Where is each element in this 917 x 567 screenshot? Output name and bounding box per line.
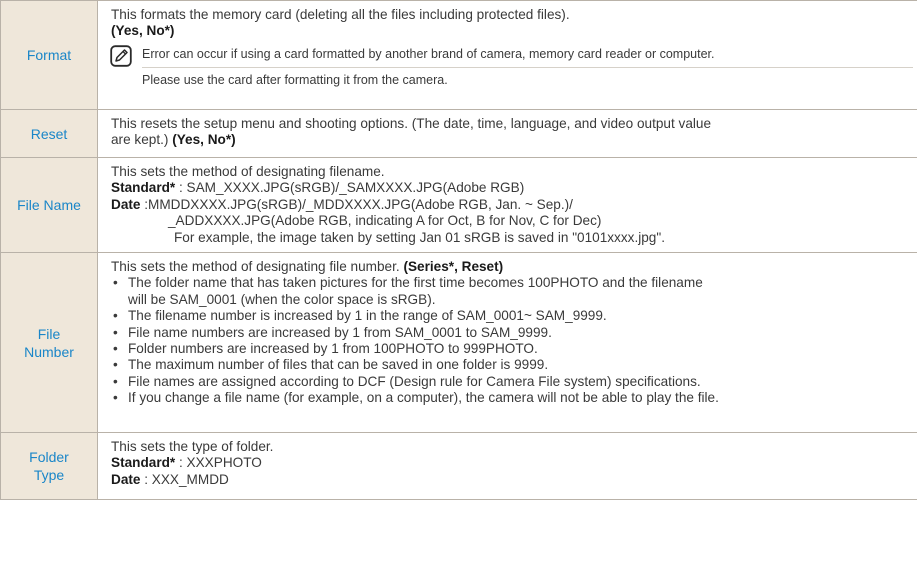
file-name-date-value: :MMDDXXXX.JPG(sRGB)/_MDDXXXX.JPG(Adobe R… — [140, 196, 573, 212]
file-number-options: (Series*, Reset) — [403, 259, 504, 274]
format-description: This formats the memory card (deleting a… — [111, 7, 570, 22]
label-folder-type-line1: Folder — [29, 449, 69, 465]
format-note: Error can occur if using a card formatte… — [104, 42, 913, 93]
bullet-text: The folder name that has taken pictures … — [128, 275, 703, 291]
settings-page: Format This formats the memory card (del… — [0, 0, 917, 567]
format-options: (Yes, No*) — [111, 23, 175, 39]
reset-description-line1: This resets the setup menu and shooting … — [111, 116, 712, 131]
folder-type-date-value: : XXX_MMDD — [140, 471, 229, 487]
label-file-number: File Number — [0, 252, 98, 433]
row-folder-type: Folder Type This sets the type of folder… — [0, 432, 917, 500]
bullet-text: File names are assigned according to DCF… — [128, 373, 701, 389]
file-name-description: This sets the method of designating file… — [111, 164, 385, 179]
list-item: Folder numbers are increased by 1 from 1… — [111, 341, 913, 358]
bullet-text: If you change a file name (for example, … — [128, 390, 719, 406]
file-name-standard-label: Standard* — [111, 180, 176, 196]
label-file-number-line1: File — [37, 325, 61, 342]
list-item: The filename number is increased by 1 in… — [111, 308, 913, 325]
bullet-text: File name numbers are increased by 1 fro… — [128, 324, 552, 340]
settings-table: Format This formats the memory card (del… — [0, 0, 917, 500]
file-name-date-label: Date — [111, 196, 141, 212]
list-item: The maximum number of files that can be … — [111, 357, 913, 374]
reset-description-line2: are kept.) — [111, 132, 169, 148]
note-pencil-icon — [110, 45, 132, 67]
bullet-text: The filename number is increased by 1 in… — [128, 308, 607, 324]
content-format: This formats the memory card (deleting a… — [97, 0, 917, 110]
folder-type-date-label: Date — [111, 471, 141, 487]
bullet-text: The maximum number of files that can be … — [128, 357, 549, 373]
format-note-line: Error can occur if using a card formatte… — [142, 42, 913, 68]
content-file-number: This sets the method of designating file… — [97, 252, 917, 433]
list-item: File name numbers are increased by 1 fro… — [111, 324, 913, 342]
file-number-bullet-list: The folder name that has taken pictures … — [111, 275, 913, 407]
label-file-number-line2: Number — [24, 343, 74, 360]
list-item: The folder name that has taken pictures … — [111, 275, 913, 308]
row-file-name: File Name This sets the method of design… — [0, 157, 917, 253]
list-item: If you change a file name (for example, … — [111, 390, 913, 407]
file-name-example: For example, the image taken by setting … — [174, 229, 665, 245]
label-folder-type: Folder Type — [0, 432, 98, 500]
label-format: Format — [0, 0, 98, 110]
file-name-date-line: _ADDXXXX.JPG(Adobe RGB, indicating A for… — [168, 213, 602, 229]
file-name-standard-value: : SAM_XXXX.JPG(sRGB)/_SAMXXXX.JPG(Adobe … — [175, 180, 525, 196]
label-file-name: File Name — [0, 157, 98, 253]
bullet-text: Folder numbers are increased by 1 from 1… — [128, 341, 538, 357]
folder-type-description: This sets the type of folder. — [111, 439, 274, 454]
row-reset: Reset This resets the setup menu and sho… — [0, 109, 917, 158]
file-number-description: This sets the method of designating file… — [111, 259, 400, 274]
row-format: Format This formats the memory card (del… — [0, 0, 917, 110]
row-file-number: File Number This sets the method of desi… — [0, 252, 917, 433]
content-folder-type: This sets the type of folder. Standard* … — [97, 432, 917, 500]
content-file-name: This sets the method of designating file… — [97, 157, 917, 253]
content-reset: This resets the setup menu and shooting … — [97, 109, 917, 158]
folder-type-standard-value: : XXXPHOTO — [175, 455, 262, 471]
list-item: File names are assigned according to DCF… — [111, 373, 913, 391]
label-reset: Reset — [0, 109, 98, 158]
folder-type-standard-label: Standard* — [111, 455, 176, 471]
reset-options: (Yes, No*) — [172, 132, 236, 148]
label-folder-type-line2: Type — [33, 467, 65, 483]
bullet-text: will be SAM_0001 (when the color space i… — [128, 291, 436, 307]
format-note-line: Please use the card after formatting it … — [142, 72, 448, 87]
